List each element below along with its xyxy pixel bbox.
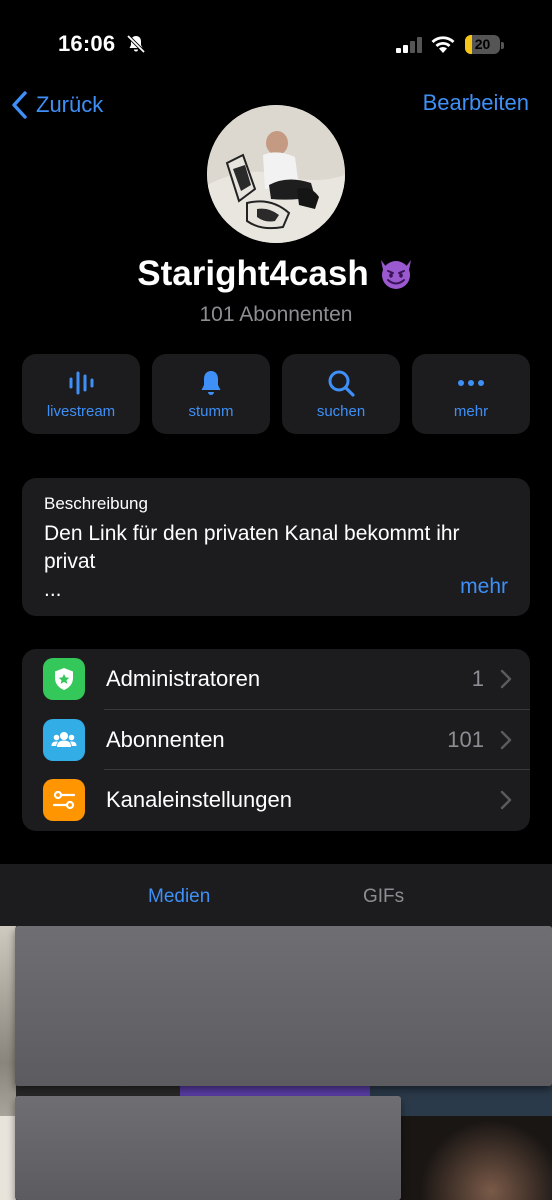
tab-media[interactable]: Medien bbox=[148, 886, 210, 908]
chevron-left-icon bbox=[12, 91, 27, 119]
description-ellipsis: ... bbox=[44, 578, 62, 601]
shield-star-icon bbox=[55, 668, 73, 691]
more-label: mehr bbox=[453, 403, 489, 420]
back-button-label: Zurück bbox=[36, 92, 104, 117]
more-button[interactable]: mehr bbox=[412, 354, 530, 434]
row-icon-box bbox=[43, 658, 85, 701]
bell-icon bbox=[201, 371, 221, 395]
description-label: Beschreibung bbox=[44, 494, 148, 513]
redaction-block bbox=[15, 926, 552, 1086]
channel-name: Staright4cash bbox=[137, 254, 369, 293]
chevron-right-icon bbox=[500, 791, 512, 810]
row-icon-box bbox=[43, 779, 85, 822]
livestream-label: livestream bbox=[46, 403, 116, 420]
settings-item-channel-settings[interactable]: Kanaleinstellungen bbox=[22, 770, 530, 831]
channel-avatar[interactable] bbox=[207, 105, 345, 243]
subscriber-count: 101 Abonnenten bbox=[199, 303, 353, 326]
settings-item-label: Kanaleinstellungen bbox=[106, 787, 292, 813]
status-bar: 16:06 20 bbox=[0, 0, 552, 80]
tab-gifs[interactable]: GIFs bbox=[363, 886, 404, 908]
description-card: Beschreibung Den Link für den privaten K… bbox=[22, 478, 530, 616]
mute-button[interactable]: stumm bbox=[152, 354, 270, 434]
bell-slash-icon bbox=[126, 34, 146, 54]
redaction-block bbox=[15, 1096, 401, 1200]
mute-label: stumm bbox=[188, 403, 234, 420]
more-dots-icon bbox=[458, 380, 484, 386]
settings-item-value: 101 bbox=[447, 726, 484, 752]
settings-item-label: Administratoren bbox=[106, 666, 261, 692]
back-button[interactable]: Zurück bbox=[10, 88, 103, 122]
sliders-icon bbox=[52, 791, 76, 810]
chevron-right-icon bbox=[500, 670, 512, 689]
channel-title: Staright4cash bbox=[0, 254, 552, 294]
settings-list: Administratoren 1 Abonnenten 101 Kanalei… bbox=[22, 649, 530, 831]
media-thumbnail[interactable] bbox=[400, 1116, 552, 1200]
livestream-button[interactable]: livestream bbox=[22, 354, 140, 434]
action-bar: livestream stumm suchen mehr bbox=[22, 354, 530, 434]
smiling-face-with-horns-icon bbox=[380, 259, 411, 289]
settings-item-subscribers[interactable]: Abonnenten 101 bbox=[22, 710, 530, 771]
wifi-icon bbox=[431, 36, 455, 53]
search-button[interactable]: suchen bbox=[282, 354, 400, 434]
status-time: 16:06 bbox=[58, 31, 116, 56]
media-grid bbox=[0, 926, 552, 1200]
media-tab-bar: Medien GIFs bbox=[0, 864, 552, 926]
search-label: suchen bbox=[316, 403, 366, 420]
row-icon-box bbox=[43, 718, 85, 761]
cellular-signal-icon bbox=[396, 37, 422, 53]
search-icon bbox=[328, 370, 355, 397]
settings-item-administrators[interactable]: Administratoren 1 bbox=[22, 649, 530, 710]
livestream-waveform-icon bbox=[69, 371, 94, 395]
avatar-photo bbox=[207, 105, 345, 243]
settings-item-value: 1 bbox=[471, 666, 484, 692]
battery-level: 20 bbox=[474, 36, 491, 52]
battery-icon: 20 bbox=[465, 33, 505, 55]
battery-cap bbox=[501, 42, 504, 49]
settings-item-label: Abonnenten bbox=[106, 726, 225, 752]
chevron-right-icon bbox=[500, 730, 512, 750]
description-more-link[interactable]: mehr bbox=[460, 575, 508, 599]
edit-button[interactable]: Bearbeiten bbox=[423, 90, 529, 116]
description-text: Den Link für den privaten Kanal bekommt … bbox=[44, 522, 460, 573]
people-icon bbox=[51, 731, 77, 747]
media-thumbnail[interactable] bbox=[0, 1116, 16, 1200]
